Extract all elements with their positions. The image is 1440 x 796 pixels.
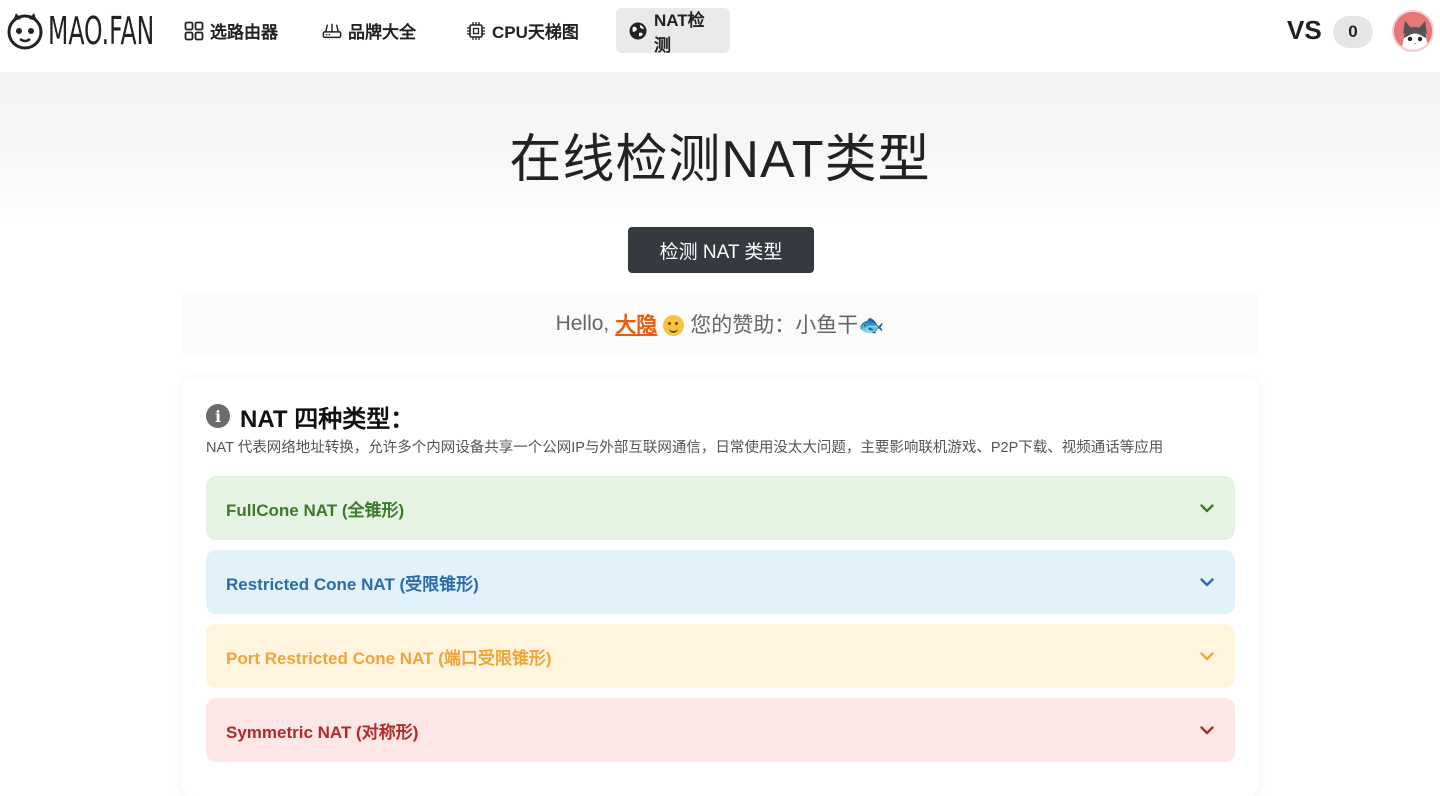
vs-label[interactable]: VS — [1287, 15, 1322, 46]
nav-label: 品牌大全 — [348, 23, 416, 42]
cat-logo-icon — [7, 13, 43, 50]
nat-types-description: NAT 代表网络地址转换，允许多个内网设备共享一个公网IP与外部互联网通信，日常… — [206, 440, 1164, 456]
nav-item-cpu-ladder[interactable]: CPU天梯图 — [454, 8, 602, 53]
chevron-down-icon — [1200, 578, 1214, 587]
globe-icon — [628, 21, 648, 41]
logo-text: MAO.FAN — [48, 9, 155, 53]
router-icon — [322, 21, 342, 41]
page-title: 在线检测NAT类型 — [509, 131, 931, 189]
greeting-hello: Hello, — [555, 312, 610, 335]
accordion-label: Port Restricted Cone NAT (端口受限锥形) — [226, 648, 552, 668]
accordion-label: Symmetric NAT (对称形) — [226, 722, 419, 742]
user-name-link[interactable]: 大隐 — [615, 309, 657, 339]
nat-types-card: i NAT 四种类型： NAT 代表网络地址转换，允许多个内网设备共享一个公网I… — [182, 378, 1259, 796]
top-navbar: MAO.FAN 选路由器 品牌大全 CPU天梯图 NAT检测 VS 0 — [0, 0, 1440, 72]
nav-label: 选路由器 — [210, 23, 278, 42]
accordion-fullcone[interactable]: FullCone NAT (全锥形) — [206, 476, 1235, 540]
chevron-down-icon — [1200, 504, 1214, 513]
smile-emoji-icon — [663, 314, 685, 336]
nat-types-title: NAT 四种类型： — [240, 405, 415, 433]
nav-item-nat-check[interactable]: NAT检测 — [616, 8, 730, 55]
main-nav: 选路由器 品牌大全 CPU天梯图 NAT检测 — [172, 8, 730, 55]
nav-label: NAT检测 — [654, 10, 705, 55]
info-icon: i — [206, 404, 230, 428]
accordion-symmetric[interactable]: Symmetric NAT (对称形) — [206, 698, 1235, 762]
nav-item-brands[interactable]: 品牌大全 — [310, 8, 440, 53]
accordion-restricted-cone[interactable]: Restricted Cone NAT (受限锥形) — [206, 550, 1235, 614]
accordion-label: FullCone NAT (全锥形) — [226, 500, 405, 520]
detect-nat-button[interactable]: 检测 NAT 类型 — [628, 227, 814, 273]
chevron-down-icon — [1200, 652, 1214, 661]
accordion-port-restricted-cone[interactable]: Port Restricted Cone NAT (端口受限锥形) — [206, 624, 1235, 688]
nav-item-router-select[interactable]: 选路由器 — [172, 8, 296, 53]
cat-avatar-icon — [1394, 12, 1432, 50]
grid-icon — [184, 21, 204, 41]
nav-label: CPU天梯图 — [492, 23, 579, 42]
accordion-label: Restricted Cone NAT (受限锥形) — [226, 574, 479, 594]
chevron-down-icon — [1200, 726, 1214, 735]
nat-types-heading: i NAT 四种类型： — [206, 402, 414, 433]
greeting-banner: Hello, 大隐 您的赞助：小鱼干🐟 — [182, 292, 1258, 356]
user-avatar[interactable] — [1392, 10, 1434, 52]
sponsor-text: 您的赞助：小鱼干🐟 — [690, 314, 885, 337]
vs-count-badge[interactable]: 0 — [1333, 16, 1373, 48]
cpu-icon — [466, 21, 486, 41]
